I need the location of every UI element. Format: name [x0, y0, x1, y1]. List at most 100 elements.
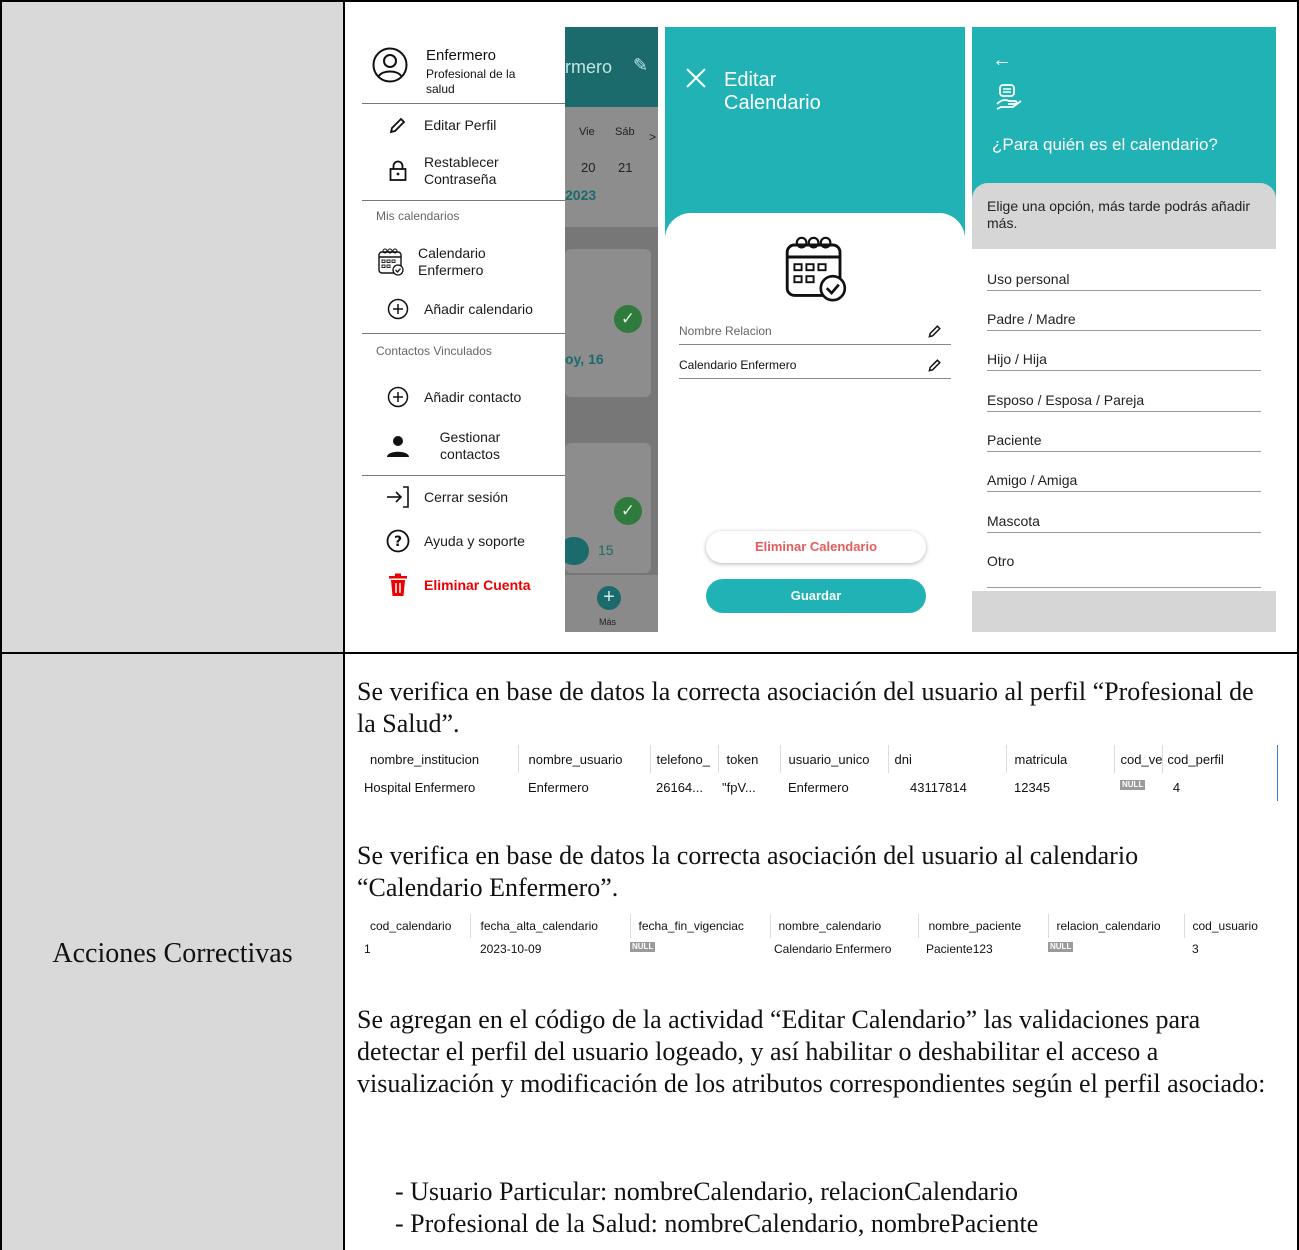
- table-cell: 12345: [1014, 779, 1051, 795]
- table-row-separator: [0, 652, 1299, 654]
- save-button[interactable]: Guardar: [706, 579, 926, 613]
- bg-date-21: 21: [618, 160, 633, 175]
- column-header: relacion_calendario: [1048, 914, 1185, 938]
- null-badge: NULL: [1048, 942, 1074, 952]
- calendar-name-field[interactable]: Calendario Enfermero: [679, 357, 951, 379]
- menu-screen: rmero ✎ Vie Sáb > 20 21 2023 ✓ oy, 16 ✓ …: [362, 27, 658, 632]
- table-cell: 4: [1172, 779, 1181, 795]
- option-amigo[interactable]: Amigo / Amiga: [987, 472, 1261, 492]
- table-cell: "fpV...: [722, 779, 756, 795]
- bg-day-vie: Vie: [579, 126, 595, 138]
- background-calendar-strip: [565, 107, 658, 227]
- delete-calendar-button[interactable]: Eliminar Calendario: [706, 531, 926, 563]
- bg-year: 2023: [565, 187, 597, 203]
- column-header: cod_ve: [1114, 745, 1164, 773]
- edit-profile-label: Editar Perfil: [424, 117, 497, 133]
- back-arrow-icon[interactable]: ←: [992, 49, 1012, 72]
- background-title: rmero: [565, 57, 613, 77]
- column-header: fecha_fin_vigenciac: [630, 914, 771, 938]
- table-header-row: cod_calendario fecha_alta_calendario fec…: [358, 914, 1276, 938]
- plus-circle-icon: [386, 297, 410, 321]
- option-esposo[interactable]: Esposo / Esposa / Pareja: [987, 392, 1261, 412]
- column-header: token: [718, 745, 781, 773]
- column-header: telefono_: [650, 745, 719, 773]
- user-role: Profesional de la salud: [426, 67, 516, 96]
- drawer: Enfermero Profesional de la salud Editar…: [362, 27, 565, 632]
- option-padre-madre[interactable]: Padre / Madre: [987, 311, 1261, 331]
- table-row: 1 2023-10-09 NULL Calendario Enfermero P…: [358, 938, 1276, 960]
- table-cell: 3: [1192, 942, 1199, 956]
- relation-name-field[interactable]: Nombre Relacion: [679, 323, 951, 345]
- option-uso-personal[interactable]: Uso personal: [987, 271, 1261, 291]
- table-cell: 2023-10-09: [480, 942, 542, 956]
- row-label-acciones: Acciones Correctivas: [52, 938, 293, 969]
- column-header: cod_usuario: [1192, 919, 1258, 933]
- column-header: usuario_unico: [780, 745, 889, 773]
- delete-account-item[interactable]: Eliminar Cuenta: [362, 572, 565, 598]
- hint-text: Elige una opción, más tarde podrás añadi…: [987, 198, 1251, 231]
- who-question: ¿Para quién es el calendario?: [992, 135, 1218, 154]
- option-paciente[interactable]: Paciente: [987, 432, 1261, 452]
- close-icon[interactable]: [685, 67, 707, 89]
- edit-calendar-title: Editar Calendario: [724, 69, 821, 114]
- edit-profile-item[interactable]: Editar Perfil: [362, 113, 565, 137]
- avatar-icon: [372, 47, 408, 83]
- bullet-profesional-salud: - Profesional de la Salud: nombreCalenda…: [395, 1209, 1039, 1238]
- bg-mas-add-icon: +: [597, 586, 621, 610]
- add-contact-label: Añadir contacto: [424, 389, 522, 405]
- column-header: cod_perfil: [1167, 751, 1224, 767]
- logout-label: Cerrar sesión: [424, 489, 509, 505]
- add-contact-item[interactable]: Añadir contacto: [362, 385, 565, 409]
- column-header: fecha_alta_calendario: [470, 914, 631, 938]
- column-header: dni: [888, 745, 1007, 773]
- table-header-row: nombre_institucion nombre_usuario telefo…: [358, 745, 1239, 773]
- who-is-calendar-screen: ← ¿Para quién es el calendario? Elige un…: [972, 27, 1276, 632]
- lock-icon: [386, 159, 410, 183]
- bg-today-label: oy, 16: [565, 351, 604, 367]
- column-header: nombre_institucion: [358, 745, 519, 773]
- db-table-users: nombre_institucion nombre_usuario telefo…: [358, 745, 1278, 801]
- table-cell: Enfermero: [528, 779, 589, 795]
- bg-chevron: >: [649, 130, 657, 144]
- reset-password-label: Restablecer Contraseña: [424, 154, 499, 187]
- contacts-heading: Contactos Vinculados: [376, 344, 492, 358]
- option-mascota[interactable]: Mascota: [987, 513, 1261, 533]
- calendar-item[interactable]: Calendario Enfermero: [362, 243, 565, 281]
- help-label: Ayuda y soporte: [424, 533, 525, 549]
- column-header: matricula: [1006, 745, 1115, 773]
- manage-contacts-item[interactable]: Gestionar contactos: [362, 427, 565, 465]
- table-cell: 1: [364, 942, 371, 956]
- pencil-icon[interactable]: [927, 357, 943, 378]
- option-hijo-hija[interactable]: Hijo / Hija: [987, 351, 1261, 371]
- table-cell: NULL: [1114, 773, 1163, 801]
- separator: [362, 333, 565, 334]
- pencil-icon[interactable]: [927, 323, 943, 344]
- bg-num-15: 15: [598, 542, 614, 558]
- table-cell: 43117814: [910, 779, 967, 795]
- help-item[interactable]: ? Ayuda y soporte: [362, 529, 565, 553]
- table-cell: 26164...: [656, 779, 703, 795]
- table-cell: Hospital Enfermero: [364, 779, 476, 795]
- reset-password-item[interactable]: Restablecer Contraseña: [362, 151, 565, 191]
- option-otro[interactable]: Otro: [987, 553, 1261, 588]
- calendars-result-grid: cod_calendario fecha_alta_calendario fec…: [358, 914, 1276, 960]
- add-calendar-item[interactable]: Añadir calendario: [362, 297, 565, 321]
- paragraph-1: Se verifica en base de datos la correcta…: [357, 677, 1254, 738]
- calendar-check-icon: [376, 248, 406, 276]
- calendar-check-icon: [780, 233, 852, 305]
- plus-circle-icon: [386, 385, 410, 409]
- separator: [362, 200, 565, 201]
- person-icon: [386, 434, 410, 458]
- delete-account-label: Eliminar Cuenta: [424, 577, 531, 593]
- relation-name-placeholder: Nombre Relacion: [679, 324, 772, 338]
- paragraph-2: Se verifica en base de datos la correcta…: [357, 841, 1139, 902]
- manage-contacts-label: Gestionar contactos: [439, 429, 501, 462]
- bg-date-20: 20: [581, 160, 596, 175]
- column-header: nombre_paciente: [918, 914, 1049, 938]
- column-header: nombre_usuario: [518, 745, 651, 773]
- calendar-name-value: Calendario Enfermero: [679, 358, 797, 372]
- edit-calendar-screen: Editar Calendario Nombre Relacion Calend…: [665, 27, 965, 632]
- null-badge: NULL: [1120, 779, 1146, 790]
- logout-item[interactable]: Cerrar sesión: [362, 485, 565, 509]
- table-cell: NULL: [630, 938, 770, 960]
